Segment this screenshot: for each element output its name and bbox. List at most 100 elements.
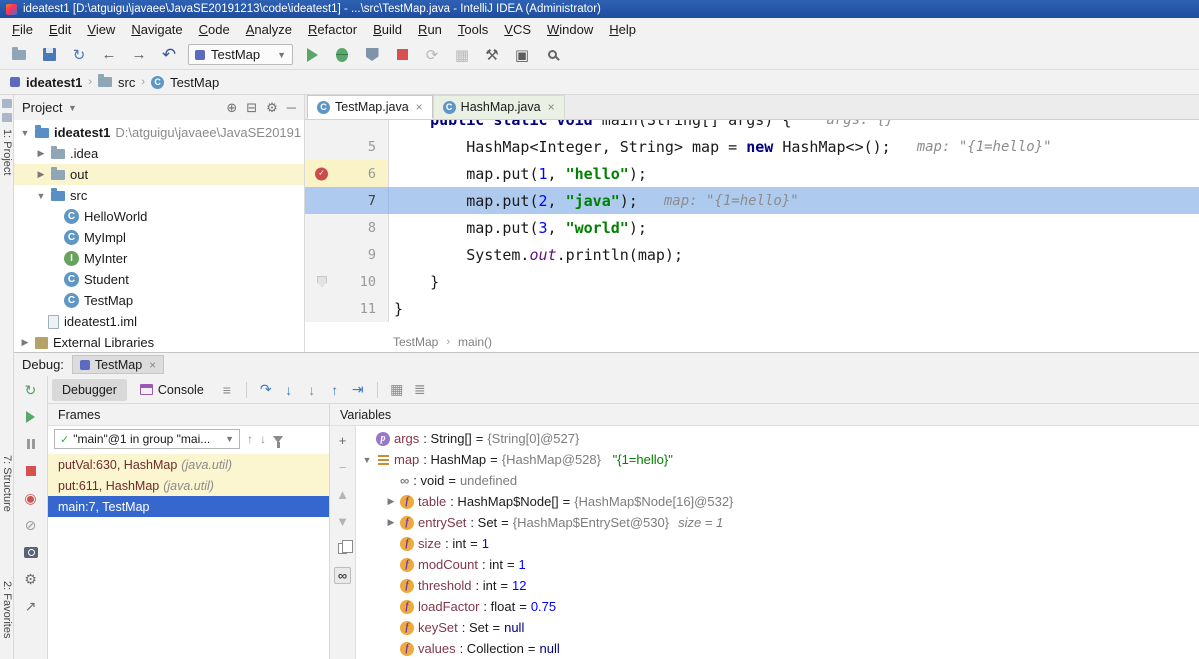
menu-build[interactable]: Build [365,20,410,39]
rerun-debug-icon[interactable]: ↻ [23,382,39,398]
gutter[interactable]: 9 [305,241,389,268]
tool-button-favorites[interactable]: 2: Favorites [1,581,13,638]
resume-icon[interactable] [23,409,39,425]
tree-item-root[interactable]: ▼ ideatest1 D:\atguigu\javaee\JavaSE2019… [14,122,304,143]
frames-tab[interactable]: Frames [48,404,329,426]
hide-panel-icon[interactable]: ─ [287,100,296,116]
run-configuration-select[interactable]: TestMap ▼ [188,44,293,65]
menu-vcs[interactable]: VCS [496,20,539,39]
variables-tab[interactable]: Variables [330,404,1199,426]
variable-row-threshold[interactable]: f threshold: int = 12 [356,575,1199,596]
stop-button[interactable] [391,44,413,66]
tool-stripe-icon[interactable] [2,99,12,108]
debug-session-tab[interactable]: TestMap × [72,355,164,374]
settings-gear-icon[interactable]: ⚙ [23,571,39,587]
chevron-collapsed-icon[interactable]: ▶ [386,496,396,507]
gear-icon[interactable]: ⚙ [266,100,278,116]
forward-button[interactable]: → [128,44,150,66]
tree-item-src[interactable]: ▼ src [14,185,304,206]
menu-help[interactable]: Help [601,20,644,39]
breakpoint-icon[interactable]: ✓ [315,167,328,180]
thread-dump-camera-icon[interactable] [23,544,39,560]
variable-row-table[interactable]: ▶ f table: HashMap$Node[] = {HashMap$Nod… [356,491,1199,512]
breadcrumb-class[interactable]: TestMap [170,75,219,90]
variable-row-args[interactable]: p args: String[] = {String[0]@527} [356,428,1199,449]
variable-row-map[interactable]: ▼ map: HashMap = {HashMap@528} "{1=hello… [356,449,1199,470]
undo-button[interactable]: ↶ [158,44,180,66]
tree-item-external-libraries[interactable]: ▶ External Libraries [14,332,304,352]
back-button[interactable]: ← [98,44,120,66]
chevron-collapsed-icon[interactable]: ▶ [36,169,46,180]
layout-menu-icon[interactable]: ≡ [217,380,237,400]
run-button[interactable] [301,44,323,66]
gutter[interactable]: 8 [305,214,389,241]
breadcrumb-member[interactable]: main() [458,335,492,349]
mute-breakpoints-icon[interactable]: ⊘ [23,517,39,533]
variable-row-tostring[interactable]: ∞: void = undefined [356,470,1199,491]
close-icon[interactable]: × [416,100,423,114]
move-down-icon[interactable]: ▼ [335,513,351,529]
breadcrumb-module[interactable]: ideatest1 [26,75,82,90]
gutter[interactable]: ✓ 6 [305,160,389,187]
menu-view[interactable]: View [79,20,123,39]
menu-analyze[interactable]: Analyze [238,20,300,39]
tree-item-idea[interactable]: ▶ .idea [14,143,304,164]
variable-row-entryset[interactable]: ▶ f entrySet: Set = {HashMap$EntrySet@53… [356,512,1199,533]
run-to-cursor-icon[interactable]: ⇥ [348,380,368,400]
hide-library-frames-icon[interactable] [273,436,283,443]
add-watch-icon[interactable]: + [335,432,351,448]
frame-row-putval[interactable]: putVal:630, HashMap (java.util) [48,454,329,475]
close-icon[interactable]: × [149,358,156,372]
next-frame-icon[interactable]: ↓ [260,432,266,446]
save-all-button[interactable] [38,44,60,66]
step-out-icon[interactable]: ↑ [325,380,345,400]
locate-file-icon[interactable]: ⊕ [226,100,237,116]
dump-threads-button[interactable]: ▦ [451,44,473,66]
gutter[interactable]: 7 [305,187,389,214]
code-editor[interactable]: public static void main(String[] args) {… [305,120,1199,332]
open-button[interactable] [8,44,30,66]
synchronize-button[interactable]: ↻ [68,44,90,66]
variable-row-values[interactable]: f values: Collection = null [356,638,1199,659]
menu-window[interactable]: Window [539,20,601,39]
menu-refactor[interactable]: Refactor [300,20,365,39]
move-up-icon[interactable]: ▲ [335,486,351,502]
menu-file[interactable]: File [4,20,41,39]
tool-button-structure[interactable]: 7: Structure [1,455,13,512]
project-panel-title[interactable]: Project [22,100,62,115]
chevron-expanded-icon[interactable]: ▼ [36,191,46,201]
pin-icon[interactable]: ↗ [23,598,39,614]
menu-run[interactable]: Run [410,20,450,39]
close-icon[interactable]: × [548,100,555,114]
chevron-expanded-icon[interactable]: ▼ [20,128,30,138]
chevron-collapsed-icon[interactable]: ▶ [36,148,46,159]
gutter[interactable] [305,120,389,133]
view-breakpoints-icon[interactable]: ◉ [23,490,39,506]
tree-item-helloworld[interactable]: C HelloWorld [14,206,304,227]
tab-hashmap-java[interactable]: C HashMap.java × [433,95,565,119]
variable-row-keyset[interactable]: f keySet: Set = null [356,617,1199,638]
gutter[interactable]: 10 [305,268,389,295]
update-running-app-button[interactable]: ⟳ [421,44,443,66]
menu-code[interactable]: Code [191,20,238,39]
step-over-icon[interactable]: ↷ [256,380,276,400]
chevron-collapsed-icon[interactable]: ▶ [20,337,30,348]
breadcrumb-src[interactable]: src [118,75,135,90]
menu-navigate[interactable]: Navigate [123,20,190,39]
previous-frame-icon[interactable]: ↑ [247,432,253,446]
settings-layout-icon[interactable]: ≣ [410,380,430,400]
tab-console[interactable]: Console [130,379,214,401]
tab-testmap-java[interactable]: C TestMap.java × [307,95,433,119]
collapse-all-icon[interactable]: ⊟ [246,100,257,116]
evaluate-infinity-icon[interactable]: ∞ [335,567,351,583]
duplicate-icon[interactable] [335,540,351,556]
settings-wrench-button[interactable]: ⚒ [481,44,503,66]
gutter[interactable]: 5 [305,133,389,160]
debug-button[interactable] [331,44,353,66]
chevron-expanded-icon[interactable]: ▼ [362,455,372,465]
tree-item-myimpl[interactable]: C MyImpl [14,227,304,248]
variable-row-size[interactable]: f size: int = 1 [356,533,1199,554]
step-into-icon[interactable]: ↓ [279,380,299,400]
frame-row-main-selected[interactable]: main:7, TestMap [48,496,329,517]
pause-icon[interactable] [23,436,39,452]
